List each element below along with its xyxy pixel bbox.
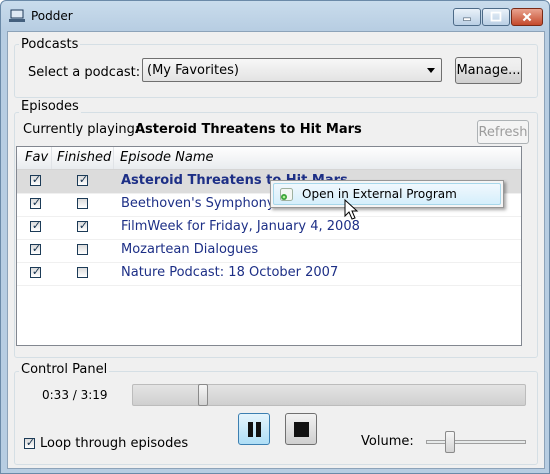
check-icon: ✓ [25, 436, 36, 449]
episode-name: Nature Podcast: 18 October 2007 [121, 265, 339, 280]
volume-slider[interactable] [426, 431, 526, 453]
currently-playing-label: Currently playing: [23, 122, 140, 137]
control-panel-group-label: Control Panel [19, 362, 110, 377]
episode-name: FilmWeek for Friday, January 4, 2008 [121, 219, 360, 234]
finished-checkbox[interactable] [77, 244, 88, 255]
title-bar[interactable]: Podder [1, 1, 549, 31]
episode-list-header: Fav Finished Episode Name [17, 147, 521, 170]
refresh-button[interactable]: Refresh [477, 120, 529, 144]
finished-checkbox[interactable] [77, 267, 88, 278]
check-icon: ✓ [31, 242, 42, 255]
stop-icon [294, 422, 309, 437]
check-icon: ✓ [31, 265, 42, 278]
close-icon [522, 12, 532, 22]
mouse-cursor-icon [344, 199, 359, 220]
fav-checkbox[interactable]: ✓ [30, 265, 42, 278]
column-fav[interactable]: Fav [25, 150, 48, 165]
table-row[interactable]: ✓ Mozartean Dialogues [17, 239, 521, 263]
fav-checkbox[interactable]: ✓ [30, 242, 42, 255]
column-episode-name[interactable]: Episode Name [120, 150, 214, 165]
pause-button[interactable] [238, 413, 270, 445]
finished-checkbox[interactable]: ✓ [77, 173, 89, 186]
episode-list[interactable]: Fav Finished Episode Name ✓ ✓ Asteroid T… [16, 146, 522, 346]
minimize-button[interactable] [453, 8, 481, 26]
manage-button-label: Manage... [456, 63, 521, 78]
volume-label: Volume: [361, 434, 414, 449]
check-icon: ✓ [78, 173, 89, 186]
check-icon: ✓ [31, 196, 42, 209]
context-menu-item-open-external[interactable]: Open in External Program [273, 183, 501, 205]
fav-checkbox[interactable]: ✓ [30, 219, 42, 232]
time-readout: 0:33 / 3:19 [42, 388, 108, 402]
maximize-icon [490, 11, 502, 22]
monitor-icon [9, 9, 25, 22]
context-menu-item-label: Open in External Program [302, 187, 457, 201]
finished-checkbox[interactable]: ✓ [77, 219, 89, 232]
podcast-select-value: (My Favorites) [147, 63, 239, 78]
episode-name: Mozartean Dialogues [121, 242, 259, 257]
episodes-group-label: Episodes [19, 99, 81, 114]
check-icon: ✓ [78, 219, 89, 232]
maximize-button[interactable] [482, 8, 510, 26]
minimize-icon [463, 17, 471, 21]
fav-checkbox[interactable]: ✓ [30, 173, 42, 186]
podcasts-group-label: Podcasts [19, 37, 81, 52]
window-title: Podder [31, 9, 73, 23]
pause-icon [248, 422, 253, 437]
external-program-icon [280, 188, 293, 201]
column-separator[interactable] [113, 147, 114, 169]
check-icon: ✓ [31, 219, 42, 232]
table-row[interactable]: ✓ Nature Podcast: 18 October 2007 [17, 262, 521, 286]
refresh-button-label: Refresh [478, 124, 528, 140]
manage-button[interactable]: Manage... [455, 57, 522, 84]
finished-checkbox[interactable] [77, 198, 88, 209]
currently-playing-title: Asteroid Threatens to Hit Mars [135, 122, 362, 137]
client-area: Podcasts Select a podcast: (My Favorites… [7, 31, 545, 469]
loop-checkbox[interactable]: ✓ [24, 436, 36, 449]
pause-icon-bar [256, 422, 261, 437]
select-podcast-label: Select a podcast: [28, 65, 141, 80]
chevron-down-icon [427, 68, 435, 73]
stop-button[interactable] [285, 413, 317, 445]
fav-checkbox[interactable]: ✓ [30, 196, 42, 209]
column-separator[interactable] [51, 147, 52, 169]
context-menu: Open in External Program [270, 180, 504, 208]
column-finished[interactable]: Finished [57, 150, 111, 165]
podcast-select[interactable]: (My Favorites) [142, 58, 442, 82]
volume-slider-thumb[interactable] [445, 431, 455, 453]
check-icon: ✓ [31, 173, 42, 186]
close-button[interactable] [511, 8, 543, 26]
loop-label: Loop through episodes [40, 436, 189, 451]
app-window: Podder Podcasts Select a podcast: (My Fa… [0, 0, 550, 474]
position-slider[interactable] [132, 384, 526, 406]
position-slider-thumb[interactable] [198, 384, 209, 406]
table-row[interactable]: ✓ ✓ FilmWeek for Friday, January 4, 2008 [17, 216, 521, 240]
